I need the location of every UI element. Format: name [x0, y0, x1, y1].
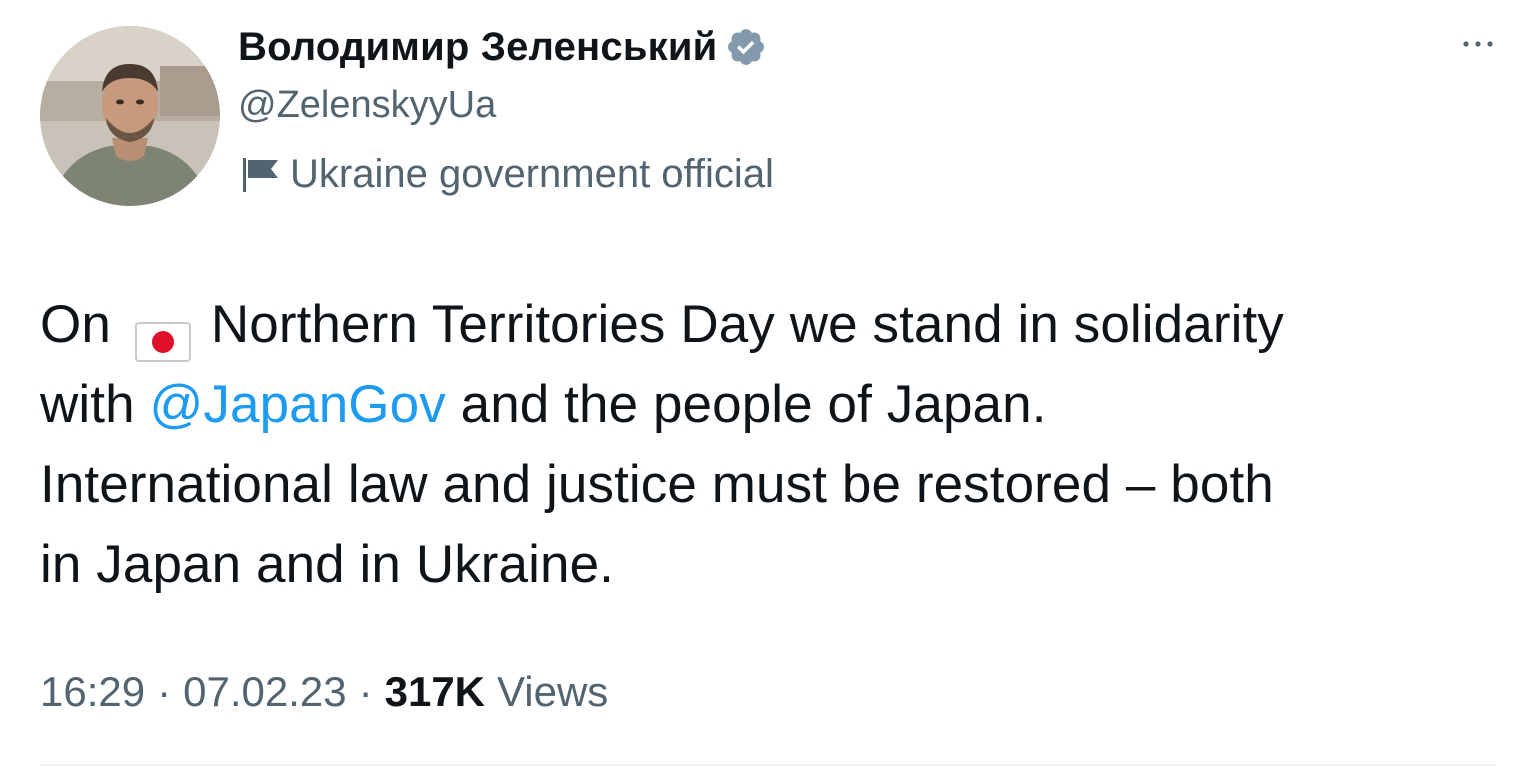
tweet-time[interactable]: 16:29	[40, 668, 145, 716]
meta-separator: ·	[157, 668, 172, 715]
divider	[40, 764, 1496, 766]
avatar-image	[40, 26, 220, 206]
handle[interactable]: @ZelenskyyUa	[238, 84, 496, 127]
tweet-line-3: International law and justice must be re…	[40, 455, 1274, 514]
tweet-line-2: with @JapanGov and the people of Japan.	[40, 365, 1510, 445]
meta-separator: ·	[358, 668, 373, 715]
tweet-line-2-prefix: with	[40, 375, 135, 434]
tweet-line-1-prefix: On	[40, 295, 111, 354]
affiliation-label-text: Ukraine government official	[290, 151, 774, 196]
tweet: Володимир Зеленський @ZelenskyyUa Ukrain…	[0, 0, 1536, 777]
tweet-line-1: On Northern Territories Day we stand in s…	[40, 285, 1510, 365]
tweet-text: On Northern Territories Day we stand in s…	[40, 285, 1510, 605]
more-options-icon[interactable]	[1458, 30, 1498, 58]
tweet-meta: 16:29 · 07.02.23 · 317K Views	[40, 662, 608, 722]
display-name[interactable]: Володимир Зеленський	[238, 25, 717, 70]
avatar[interactable]	[40, 26, 220, 206]
verified-badge-icon[interactable]	[725, 26, 767, 68]
japan-flag-emoji	[134, 305, 191, 362]
tweet-line-4: in Japan and in Ukraine.	[40, 535, 614, 594]
views-label: Views	[497, 668, 609, 715]
tweet-date[interactable]: 07.02.23	[183, 668, 347, 716]
tweet-line-1-suffix: Northern Territories Day we stand in sol…	[210, 295, 1284, 354]
tweet-line-2-suffix: and the people of Japan.	[445, 375, 1047, 434]
affiliation-label[interactable]: Ukraine government official	[240, 148, 774, 200]
views-count: 317K	[384, 668, 486, 715]
author-name-row: Володимир Зеленський	[238, 22, 767, 72]
flag-icon	[240, 154, 282, 194]
mention-link[interactable]: @JapanGov	[149, 375, 445, 434]
